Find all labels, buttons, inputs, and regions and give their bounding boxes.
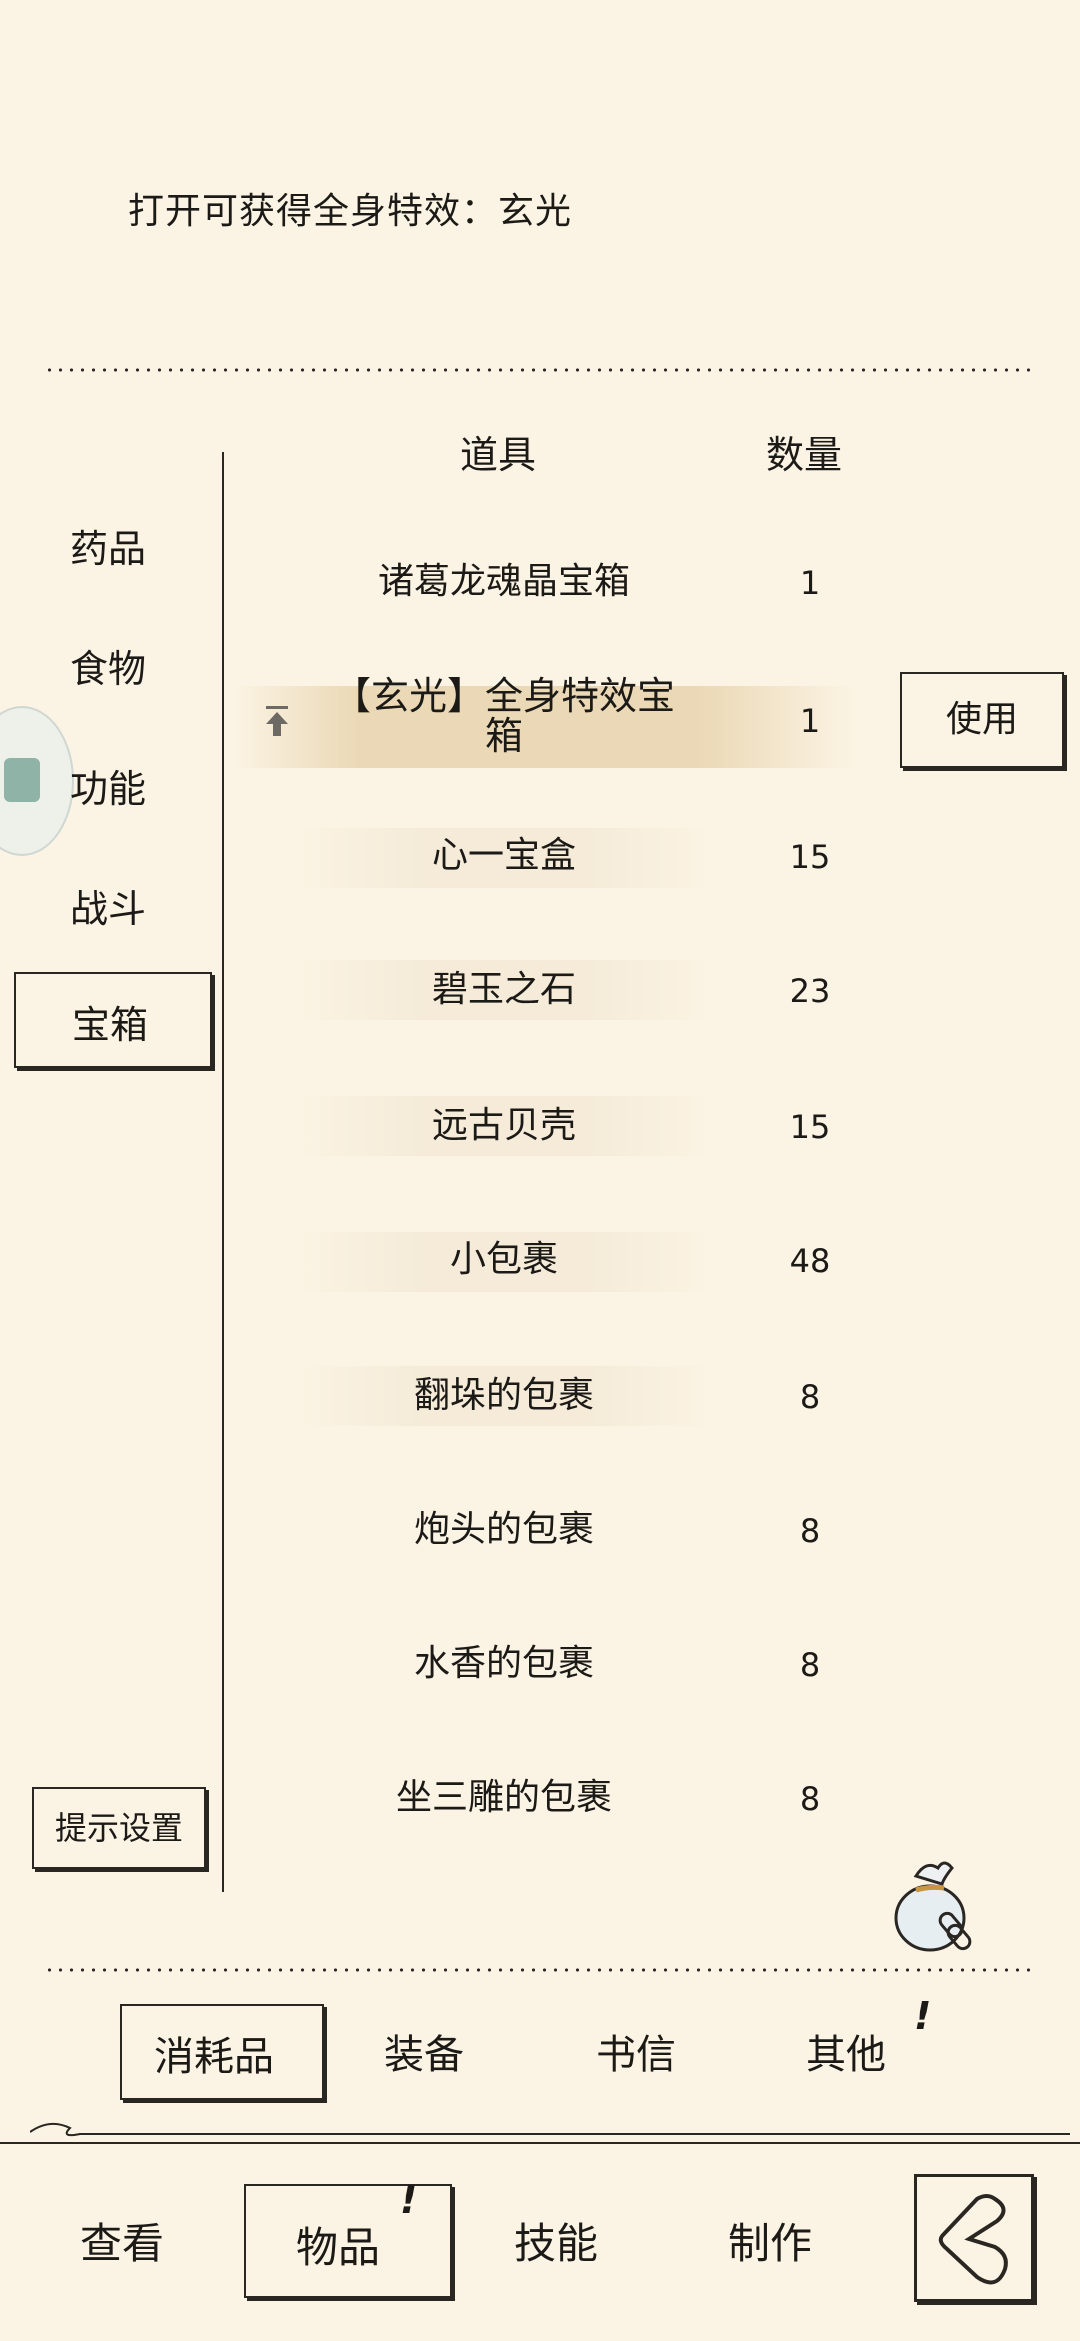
nav-items[interactable]: 物品	[244, 2184, 452, 2298]
tab-letters[interactable]: 书信	[596, 2022, 676, 2080]
header-item: 道具	[460, 433, 537, 477]
use-button[interactable]: 使用	[900, 672, 1064, 768]
table-row-qty: 15	[789, 838, 831, 876]
table-row-name-selected[interactable]: 【玄光】全身特效宝 箱	[294, 676, 714, 756]
table-row-qty: 8	[799, 1378, 821, 1416]
table-row-name[interactable]: 小包裹	[294, 1240, 714, 1280]
divider-bottom	[44, 1968, 1036, 1972]
table-row-name[interactable]: 心一宝盒	[294, 836, 714, 876]
tab-consumables[interactable]: 消耗品	[120, 2004, 324, 2100]
category-medicine[interactable]: 药品	[70, 518, 230, 573]
table-row-qty: 48	[789, 1242, 831, 1280]
item-description: 打开可获得全身特效：玄光	[128, 191, 573, 232]
divider-top	[44, 368, 1036, 372]
back-icon	[938, 2194, 1008, 2285]
nav-skills[interactable]: 技能	[514, 2210, 598, 2271]
selected-name-line1: 【玄光】全身特效宝	[332, 674, 675, 718]
table-row-qty: 15	[789, 1108, 831, 1146]
table-row-qty: 8	[799, 1646, 821, 1684]
table-row-name[interactable]: 远古贝壳	[294, 1106, 714, 1146]
hint-settings-button[interactable]: 提示设置	[32, 1787, 206, 1869]
side-badge-icon[interactable]	[0, 706, 74, 856]
sidebar-divider	[222, 452, 224, 1892]
table-row-name[interactable]: 翻垛的包裹	[294, 1376, 714, 1416]
header-quantity: 数量	[766, 433, 843, 477]
category-food[interactable]: 食物	[70, 638, 230, 693]
table-row-qty: 1	[799, 564, 821, 602]
bag-icon[interactable]	[886, 1854, 982, 1956]
table-row-qty: 8	[799, 1780, 821, 1818]
selected-name-line2: 箱	[484, 714, 523, 758]
nav-craft[interactable]: 制作	[728, 2210, 812, 2271]
table-row-name[interactable]: 水香的包裹	[294, 1644, 714, 1684]
table-row-name[interactable]: 碧玉之石	[294, 970, 714, 1010]
nav-view[interactable]: 查看	[80, 2210, 164, 2271]
category-battle[interactable]: 战斗	[70, 878, 230, 933]
tab-consumables-label: 消耗品	[154, 2034, 274, 2080]
decorative-swirl	[29, 2118, 1070, 2142]
category-chest[interactable]: 宝箱	[14, 972, 212, 1068]
table-row-name[interactable]: 炮头的包裹	[294, 1510, 714, 1550]
table-row-qty: 23	[789, 972, 831, 1010]
notification-mark-icon: !	[400, 2178, 418, 2222]
back-button[interactable]	[914, 2174, 1034, 2302]
tab-other[interactable]: 其他	[806, 2022, 886, 2080]
notification-mark-icon: !	[914, 1994, 932, 2038]
category-chest-label: 宝箱	[72, 1003, 149, 1047]
table-row-name[interactable]: 诸葛龙魂晶宝箱	[294, 562, 714, 602]
category-function[interactable]: 功能	[70, 758, 230, 813]
table-row-qty: 8	[799, 1512, 821, 1550]
nav-items-label: 物品	[296, 2223, 381, 2272]
pin-to-top-icon[interactable]	[262, 704, 294, 738]
nav-separator	[0, 2142, 1080, 2144]
tab-equipment[interactable]: 装备	[384, 2022, 464, 2080]
table-row-name[interactable]: 坐三雕的包裹	[294, 1778, 714, 1818]
table-row-qty: 1	[799, 702, 821, 740]
